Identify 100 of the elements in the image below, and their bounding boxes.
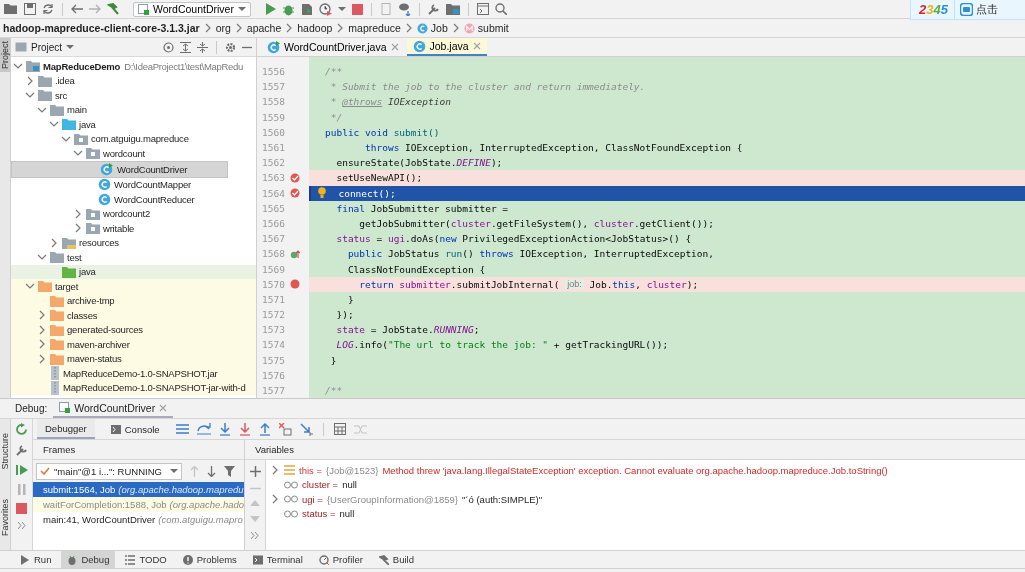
tree-item[interactable]: classes (11, 308, 256, 323)
breakpoint-check-icon[interactable] (290, 188, 300, 199)
close-icon[interactable] (390, 43, 399, 51)
editor-tab[interactable]: Job.java (406, 38, 487, 56)
save-icon[interactable] (24, 3, 36, 15)
wrench-icon[interactable] (15, 444, 28, 456)
tree-item[interactable]: main (11, 102, 256, 117)
close-icon[interactable] (159, 403, 168, 412)
editor-tab[interactable]: WordCountDriver.java (261, 38, 405, 56)
window-icon[interactable] (476, 3, 489, 15)
more-icon[interactable] (17, 522, 26, 529)
settings-icon[interactable] (225, 41, 236, 53)
locate-icon[interactable] (163, 41, 174, 53)
more-icon[interactable] (251, 532, 259, 539)
tree-item[interactable]: com.atguigu.mapreduce (11, 131, 256, 146)
breadcrumb[interactable]: apache (246, 22, 282, 34)
variable-row[interactable]: status = null (266, 506, 1025, 521)
caret-icon[interactable] (337, 6, 346, 12)
tree-item[interactable]: test (11, 250, 256, 265)
step-into-icon[interactable] (218, 422, 231, 436)
tree-item[interactable]: src (11, 88, 256, 103)
breadcrumb[interactable]: hadoop-mapreduce-client-core-3.1.3.jar (3, 22, 200, 34)
folder-grid-icon[interactable] (445, 3, 460, 15)
drop-frame-icon[interactable] (278, 422, 292, 436)
rerun-icon[interactable] (15, 423, 28, 436)
run-config-dropdown[interactable]: WordCountDriver (133, 1, 251, 17)
breadcrumb-separator-icon[interactable] (285, 23, 294, 33)
breadcrumb[interactable]: hadoop (297, 22, 333, 34)
variable-row[interactable]: ugi = {UserGroupInformation@1859} "´ó (auth:SIMPLE)" (266, 492, 1025, 507)
thread-dropdown[interactable]: "main"@1 i...": RUNNING (36, 462, 182, 480)
tool-window-tab[interactable]: Terminal (246, 551, 309, 568)
tree-item[interactable]: target (11, 279, 256, 294)
tool-window-tab[interactable]: TODO (119, 551, 173, 568)
stop-icon[interactable] (351, 3, 363, 15)
search-icon[interactable] (494, 3, 507, 15)
tree-item[interactable]: java (11, 117, 256, 132)
run-icon[interactable] (264, 3, 276, 15)
tool-window-tab[interactable]: Profiler (312, 551, 369, 568)
breakpoint-check-icon[interactable] (290, 172, 300, 183)
sync-icon[interactable] (42, 3, 54, 15)
run-to-cursor-icon[interactable] (299, 422, 313, 436)
hammer-icon[interactable] (107, 3, 119, 15)
bulb-icon[interactable] (318, 186, 326, 198)
panel-title[interactable]: Project (31, 41, 63, 53)
close-icon[interactable] (472, 42, 481, 50)
corner-link[interactable]: 点击 (975, 2, 998, 17)
tree-item[interactable]: .idea (11, 73, 256, 88)
tree-item[interactable]: resources (11, 235, 256, 250)
tree-item[interactable]: maven-archiver (11, 337, 256, 352)
tree-item[interactable]: MapReduceDemo D:\IdeaProject1\test\MapRedu (11, 59, 256, 74)
breadcrumb-separator-icon[interactable] (336, 23, 345, 33)
debugger-tab[interactable]: Console (102, 419, 168, 439)
app-logo[interactable]: 2345 (911, 0, 955, 19)
window-icon[interactable] (959, 3, 973, 16)
breadcrumb[interactable]: Job (430, 22, 448, 34)
tool-window-tab[interactable]: Run (14, 551, 58, 568)
open-folder-icon[interactable] (4, 3, 18, 15)
stack-frame[interactable]: submit:1564, Job (org.apache.hadoop.mapredu (33, 482, 244, 497)
tree-item[interactable]: WordCountMapper (11, 177, 256, 192)
plus-icon[interactable] (249, 466, 261, 477)
collapse-all-icon[interactable] (197, 41, 208, 53)
breadcrumb-separator-icon[interactable] (234, 23, 243, 33)
tool-window-tab[interactable]: Debug (61, 551, 116, 568)
tool-window-tab[interactable]: Problems (176, 551, 243, 568)
tree-item[interactable]: WordCountDriver (11, 160, 228, 178)
wrench-icon[interactable] (427, 3, 440, 15)
caret-icon[interactable] (237, 6, 246, 12)
override-icon[interactable] (290, 248, 300, 259)
breakpoint-icon[interactable] (290, 279, 300, 290)
side-tab[interactable]: Project (0, 38, 10, 72)
expand-all-icon[interactable] (180, 41, 191, 53)
tree-item[interactable]: MapReduceDemo-1.0-SNAPSHOT.jar (11, 366, 256, 381)
tree-item[interactable]: WordCountReducer (11, 192, 256, 207)
side-tab[interactable]: Favorites (0, 495, 10, 539)
resume-icon[interactable] (15, 464, 28, 476)
step-out-icon[interactable] (258, 422, 271, 436)
breadcrumb-separator-icon[interactable] (404, 23, 413, 33)
tree-item[interactable]: java (11, 264, 256, 279)
calculator-icon[interactable] (333, 423, 346, 435)
breadcrumb[interactable]: submit (477, 22, 509, 34)
side-tab[interactable]: Structure (0, 430, 10, 473)
filter-icon[interactable] (224, 465, 235, 477)
breadcrumb-separator-icon[interactable] (203, 23, 212, 33)
tree-item[interactable]: writable (11, 221, 256, 236)
force-step-into-icon[interactable] (238, 422, 251, 436)
breadcrumb[interactable]: mapreduce (348, 22, 401, 34)
tree-item[interactable]: wordcount (11, 146, 256, 161)
step-over-icon[interactable] (196, 423, 211, 435)
breadcrumb-separator-icon[interactable] (451, 23, 460, 33)
down-arrow-icon[interactable] (207, 465, 216, 477)
tool-window-tab[interactable]: Build (372, 551, 420, 568)
tree-item[interactable]: wordcount2 (11, 206, 256, 221)
debugger-tab[interactable]: Debugger (37, 419, 95, 439)
caret-icon[interactable] (66, 44, 75, 50)
variable-row[interactable]: cluster = null (266, 477, 1025, 492)
minimize-icon[interactable] (242, 45, 252, 49)
clock-icon[interactable] (318, 2, 332, 16)
lines-icon[interactable] (175, 424, 189, 434)
stack-frame[interactable]: waitForCompletion:1588, Job (org.apache.hado (33, 497, 244, 512)
variable-row[interactable]: this = {Job@1523} Method threw 'java.lang.IllegalStateException' exception. Cannot evaluate org.apache.hadoop.mapreduce.Job.toString() (266, 463, 1025, 478)
